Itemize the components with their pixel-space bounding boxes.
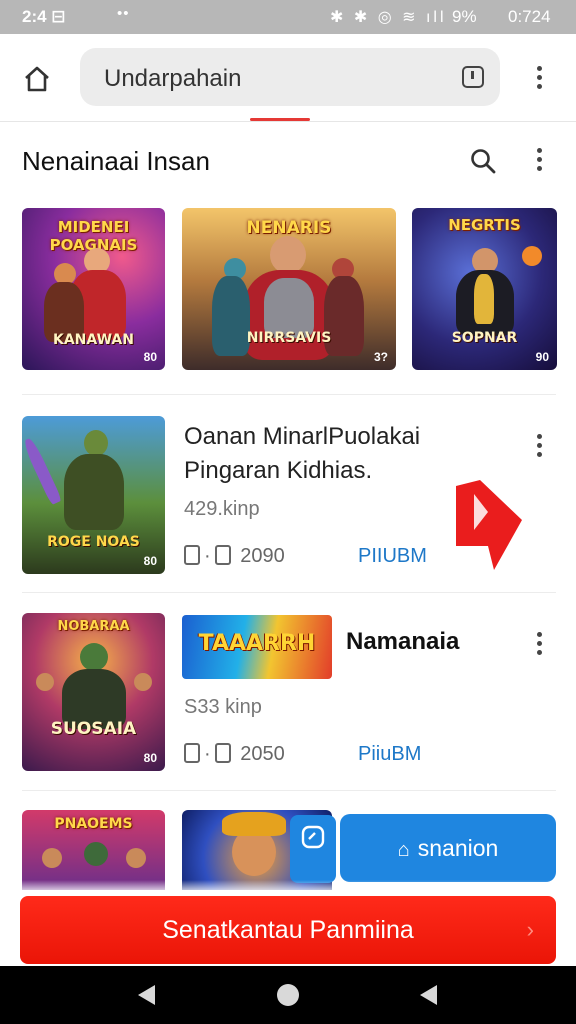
thumbnail-title: PNAOEMS (54, 816, 133, 832)
row-thumbnail-1[interactable]: ROGE NOAS 80 (22, 416, 165, 574)
game-thumbnail-2[interactable]: NENARIS NIRRSAVIS 3? (182, 208, 396, 370)
status-bar: 2:4 ⊟ •• ✱ ✱ ◎ ≋ ıll 9% 0:724 (0, 0, 576, 34)
scroll-fade (0, 880, 576, 894)
system-nav-bar (0, 966, 576, 1024)
promo-banner[interactable]: TAAARRH (182, 615, 332, 679)
book-icon (184, 545, 200, 565)
row-meta: · 2050 (184, 743, 285, 766)
house-icon: ⌂ (397, 839, 410, 861)
status-icons: ✱ ✱ ◎ ≋ ıll (330, 9, 447, 26)
floating-action-button[interactable]: ⌂ snanion (340, 814, 556, 882)
tab-switcher-icon[interactable] (462, 66, 484, 88)
thumbnail-subtitle: KANAWAN (53, 332, 134, 348)
browser-menu-icon[interactable] (536, 66, 542, 92)
row-more-icon[interactable] (536, 632, 542, 658)
thumbnail-subtitle: NIRRSAVIS (246, 330, 332, 346)
game-thumbnail-1[interactable]: MIDENEI POAGNAIS KANAWAN 80 (22, 208, 165, 370)
home-icon[interactable] (22, 64, 52, 94)
loading-indicator (250, 118, 310, 121)
row-meta: · 2090 (184, 545, 285, 568)
phone-icon (214, 545, 231, 565)
thumbnail-title: NOBARAA (57, 619, 130, 634)
section-menu-icon[interactable] (536, 148, 542, 174)
recents-icon[interactable] (420, 985, 437, 1005)
thumbnail-badge: 3? (373, 350, 388, 364)
battery-level: 9% (452, 7, 477, 26)
url-text[interactable]: Undarpahain (104, 65, 241, 93)
fab-label: snanion (417, 835, 499, 861)
row-title-line1: Oanan MinarlPuolakai (184, 423, 421, 450)
thumbnail-badge: 80 (143, 554, 157, 568)
divider (22, 394, 556, 395)
link-icon (301, 825, 325, 849)
section-title: Nenainaai Insan (22, 146, 210, 176)
status-clock: 0:724 (508, 7, 551, 26)
row-thumbnail-3[interactable]: PNAOEMS (22, 810, 165, 890)
row-size: S33 kinp (184, 696, 262, 718)
cta-label: Senatkantau Panmiina (162, 916, 414, 944)
game-thumbnail-3[interactable]: NEGRTIS SOPNAR 90 (412, 208, 557, 370)
primary-cta-button[interactable]: Senatkantau Panmiina › (20, 896, 556, 964)
divider (22, 592, 556, 593)
chevron-right-icon: › (526, 917, 534, 942)
divider (22, 790, 556, 791)
browser-toolbar: Undarpahain (0, 34, 576, 122)
row-meta-count: 2050 (240, 743, 285, 765)
thumbnail-label: SUOSAIA (50, 719, 137, 739)
thumbnail-badge: 90 (535, 350, 549, 364)
thumbnail-badge: 80 (143, 350, 157, 364)
back-icon[interactable] (138, 985, 155, 1005)
row-size: 429.kinp (184, 498, 260, 520)
home-button-icon[interactable] (277, 984, 299, 1006)
phone-icon (214, 743, 231, 763)
address-bar[interactable]: Undarpahain (80, 48, 500, 106)
row-thumbnail-2[interactable]: NOBARAA SUOSAIA 80 (22, 613, 165, 771)
banner-text: TAAARRH (198, 631, 316, 656)
row-meta-count: 2090 (240, 545, 285, 567)
status-time: 2:4 ⊟ (22, 7, 66, 26)
red-arrow-icon (456, 480, 522, 570)
thumbnail-badge: 80 (143, 751, 157, 765)
thumbnail-title: NEGRTIS (448, 216, 521, 234)
row-title[interactable]: Namanaia (346, 628, 459, 656)
book-icon (184, 743, 200, 763)
row-title[interactable]: Oanan MinarlPuolakai Pingaran Kidhias. (184, 420, 420, 488)
thumbnail-label: ROGE NOAS (47, 534, 140, 550)
notification-dots-icon: •• (117, 5, 130, 22)
search-icon[interactable] (470, 148, 496, 174)
shortcut-button[interactable] (290, 815, 336, 883)
row-action-link[interactable]: PIIUBM (358, 545, 427, 568)
row-more-icon[interactable] (536, 434, 542, 460)
thumbnail-subtitle: SOPNAR (451, 330, 518, 346)
row-action-link[interactable]: PiiuBM (358, 743, 421, 766)
thumbnail-title: NENARIS (246, 218, 332, 238)
row-title-line2: Pingaran Kidhias. (184, 457, 373, 484)
